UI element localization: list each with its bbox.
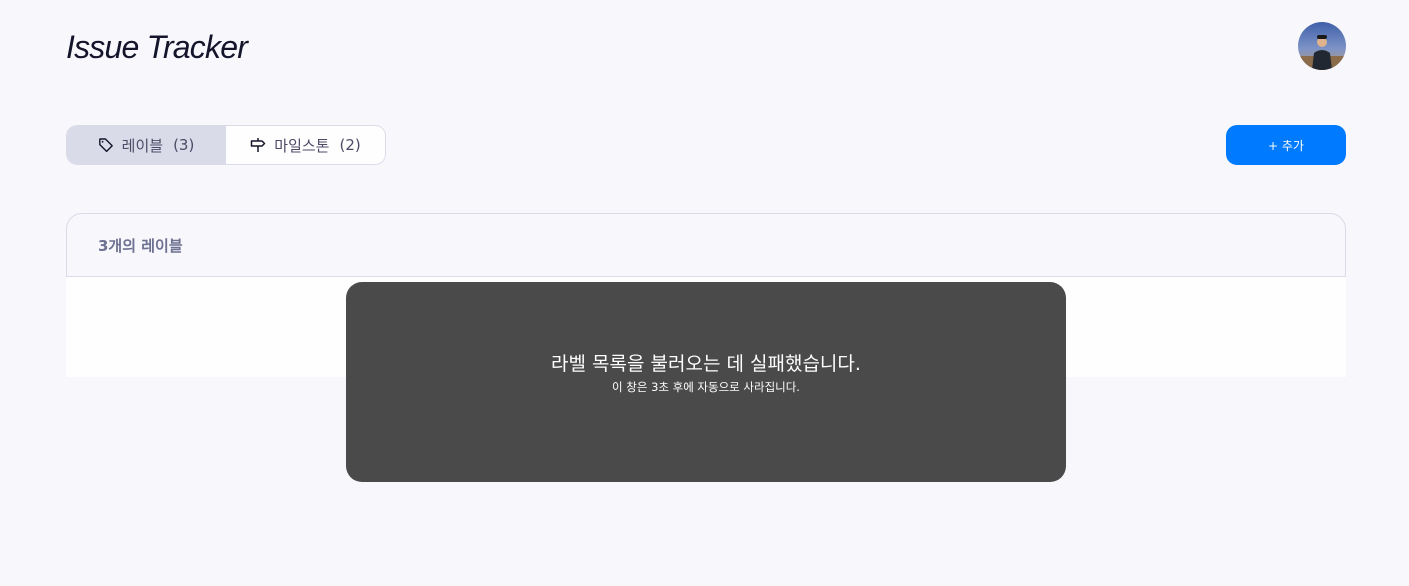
avatar-image	[1298, 22, 1346, 70]
tab-milestones[interactable]: 마일스톤 (2)	[226, 126, 385, 164]
milestone-icon	[250, 137, 266, 153]
tab-milestones-label: 마일스톤	[274, 136, 330, 155]
label-count-text: 3개의 레이블	[98, 236, 183, 255]
tag-icon	[98, 137, 114, 153]
app-title[interactable]: Issue Tracker	[66, 28, 248, 66]
tab-group: 레이블 (3) 마일스톤 (2)	[66, 125, 386, 165]
tab-labels-count: (3)	[173, 136, 195, 154]
tab-labels-label: 레이블	[121, 136, 164, 155]
label-list-header: 3개의 레이블	[66, 213, 1346, 277]
app-header: Issue Tracker	[66, 22, 1346, 70]
toast-message: 라벨 목록을 불러오는 데 실패했습니다.	[551, 353, 861, 375]
error-toast[interactable]: 라벨 목록을 불러오는 데 실패했습니다. 이 창은 3초 후에 자동으로 사라…	[346, 282, 1066, 482]
tab-milestones-count: (2)	[339, 136, 361, 154]
tab-labels[interactable]: 레이블 (3)	[67, 126, 226, 164]
user-avatar[interactable]	[1298, 22, 1346, 70]
toast-sub-message: 이 창은 3초 후에 자동으로 사라집니다.	[612, 380, 800, 394]
add-button[interactable]: + 추가	[1226, 125, 1346, 165]
